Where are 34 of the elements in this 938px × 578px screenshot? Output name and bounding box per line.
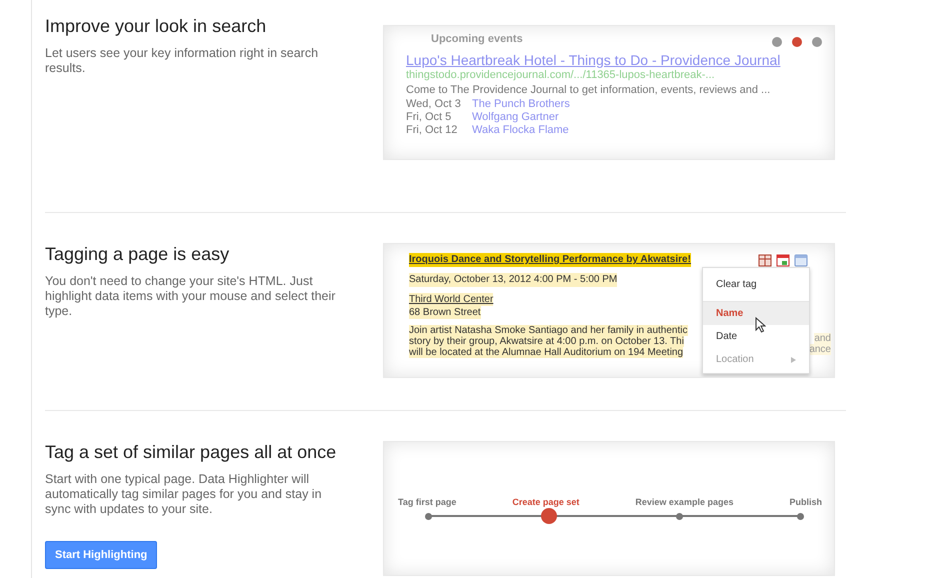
event-title: Iroquois Dance and Storytelling Performance by Akwatsire! [409,253,691,267]
section-description: Start with one typical page. Data Highlighter will automatically tag similar pages for you and stay in sync with updates to your site. [45,472,323,517]
section-heading: Improve your look in search [45,15,266,37]
venue-link[interactable]: Third World Center [409,293,494,306]
window-icon[interactable] [794,253,808,267]
step-label: Create page set [512,496,580,509]
start-highlighting-button[interactable]: Start Highlighting [45,541,158,569]
menu-item[interactable]: Name [703,302,809,325]
event-date: Fri, Oct 12 [406,124,458,137]
description-fragment: ance [809,344,831,355]
step-label: Review example pages [635,496,734,509]
event-link[interactable]: The Punch Brothers [472,98,570,111]
event-date: Fri, Oct 5 [406,111,452,124]
calendar-icon[interactable] [776,253,790,267]
section-heading: Tagging a page is easy [45,243,230,265]
step-label: Publish [789,496,822,509]
result-url: thingstodo.providencejournal.com/.../11365-lupos-heartbreak-... [406,68,716,83]
event-date: Wed, Oct 3 [406,98,462,111]
section-heading: Tag a set of similar pages all at once [45,441,336,463]
result-snippet: Come to The Providence Journal to get information, events, reviews and ... [406,83,772,98]
step-label: Tag first page [398,496,456,509]
section-description: You don't need to change your site's HTML. Just highlight data items with your mouse and select their type. [45,274,336,319]
menu-item[interactable]: Date [703,325,809,348]
panel-header: Upcoming events [431,32,523,47]
mouse-pointer-icon [755,317,766,333]
menu-item[interactable]: Clear tag [703,268,809,301]
tag-table-icon[interactable] [758,253,772,267]
event-link[interactable]: Waka Flocka Flame [472,124,569,137]
section-description: Let users see your key information right in search results. [45,46,320,76]
venue-street: 68 Brown Street [409,306,481,319]
event-link[interactable]: Wolfgang Gartner [472,111,559,124]
event-datetime: Saturday, October 13, 2012 4:00 PM - 5:00 PM [409,273,618,287]
result-title-link[interactable]: Lupo's Heartbreak Hotel - Things to Do - Providence Journal [406,52,780,68]
description-fragment: and [814,333,831,344]
